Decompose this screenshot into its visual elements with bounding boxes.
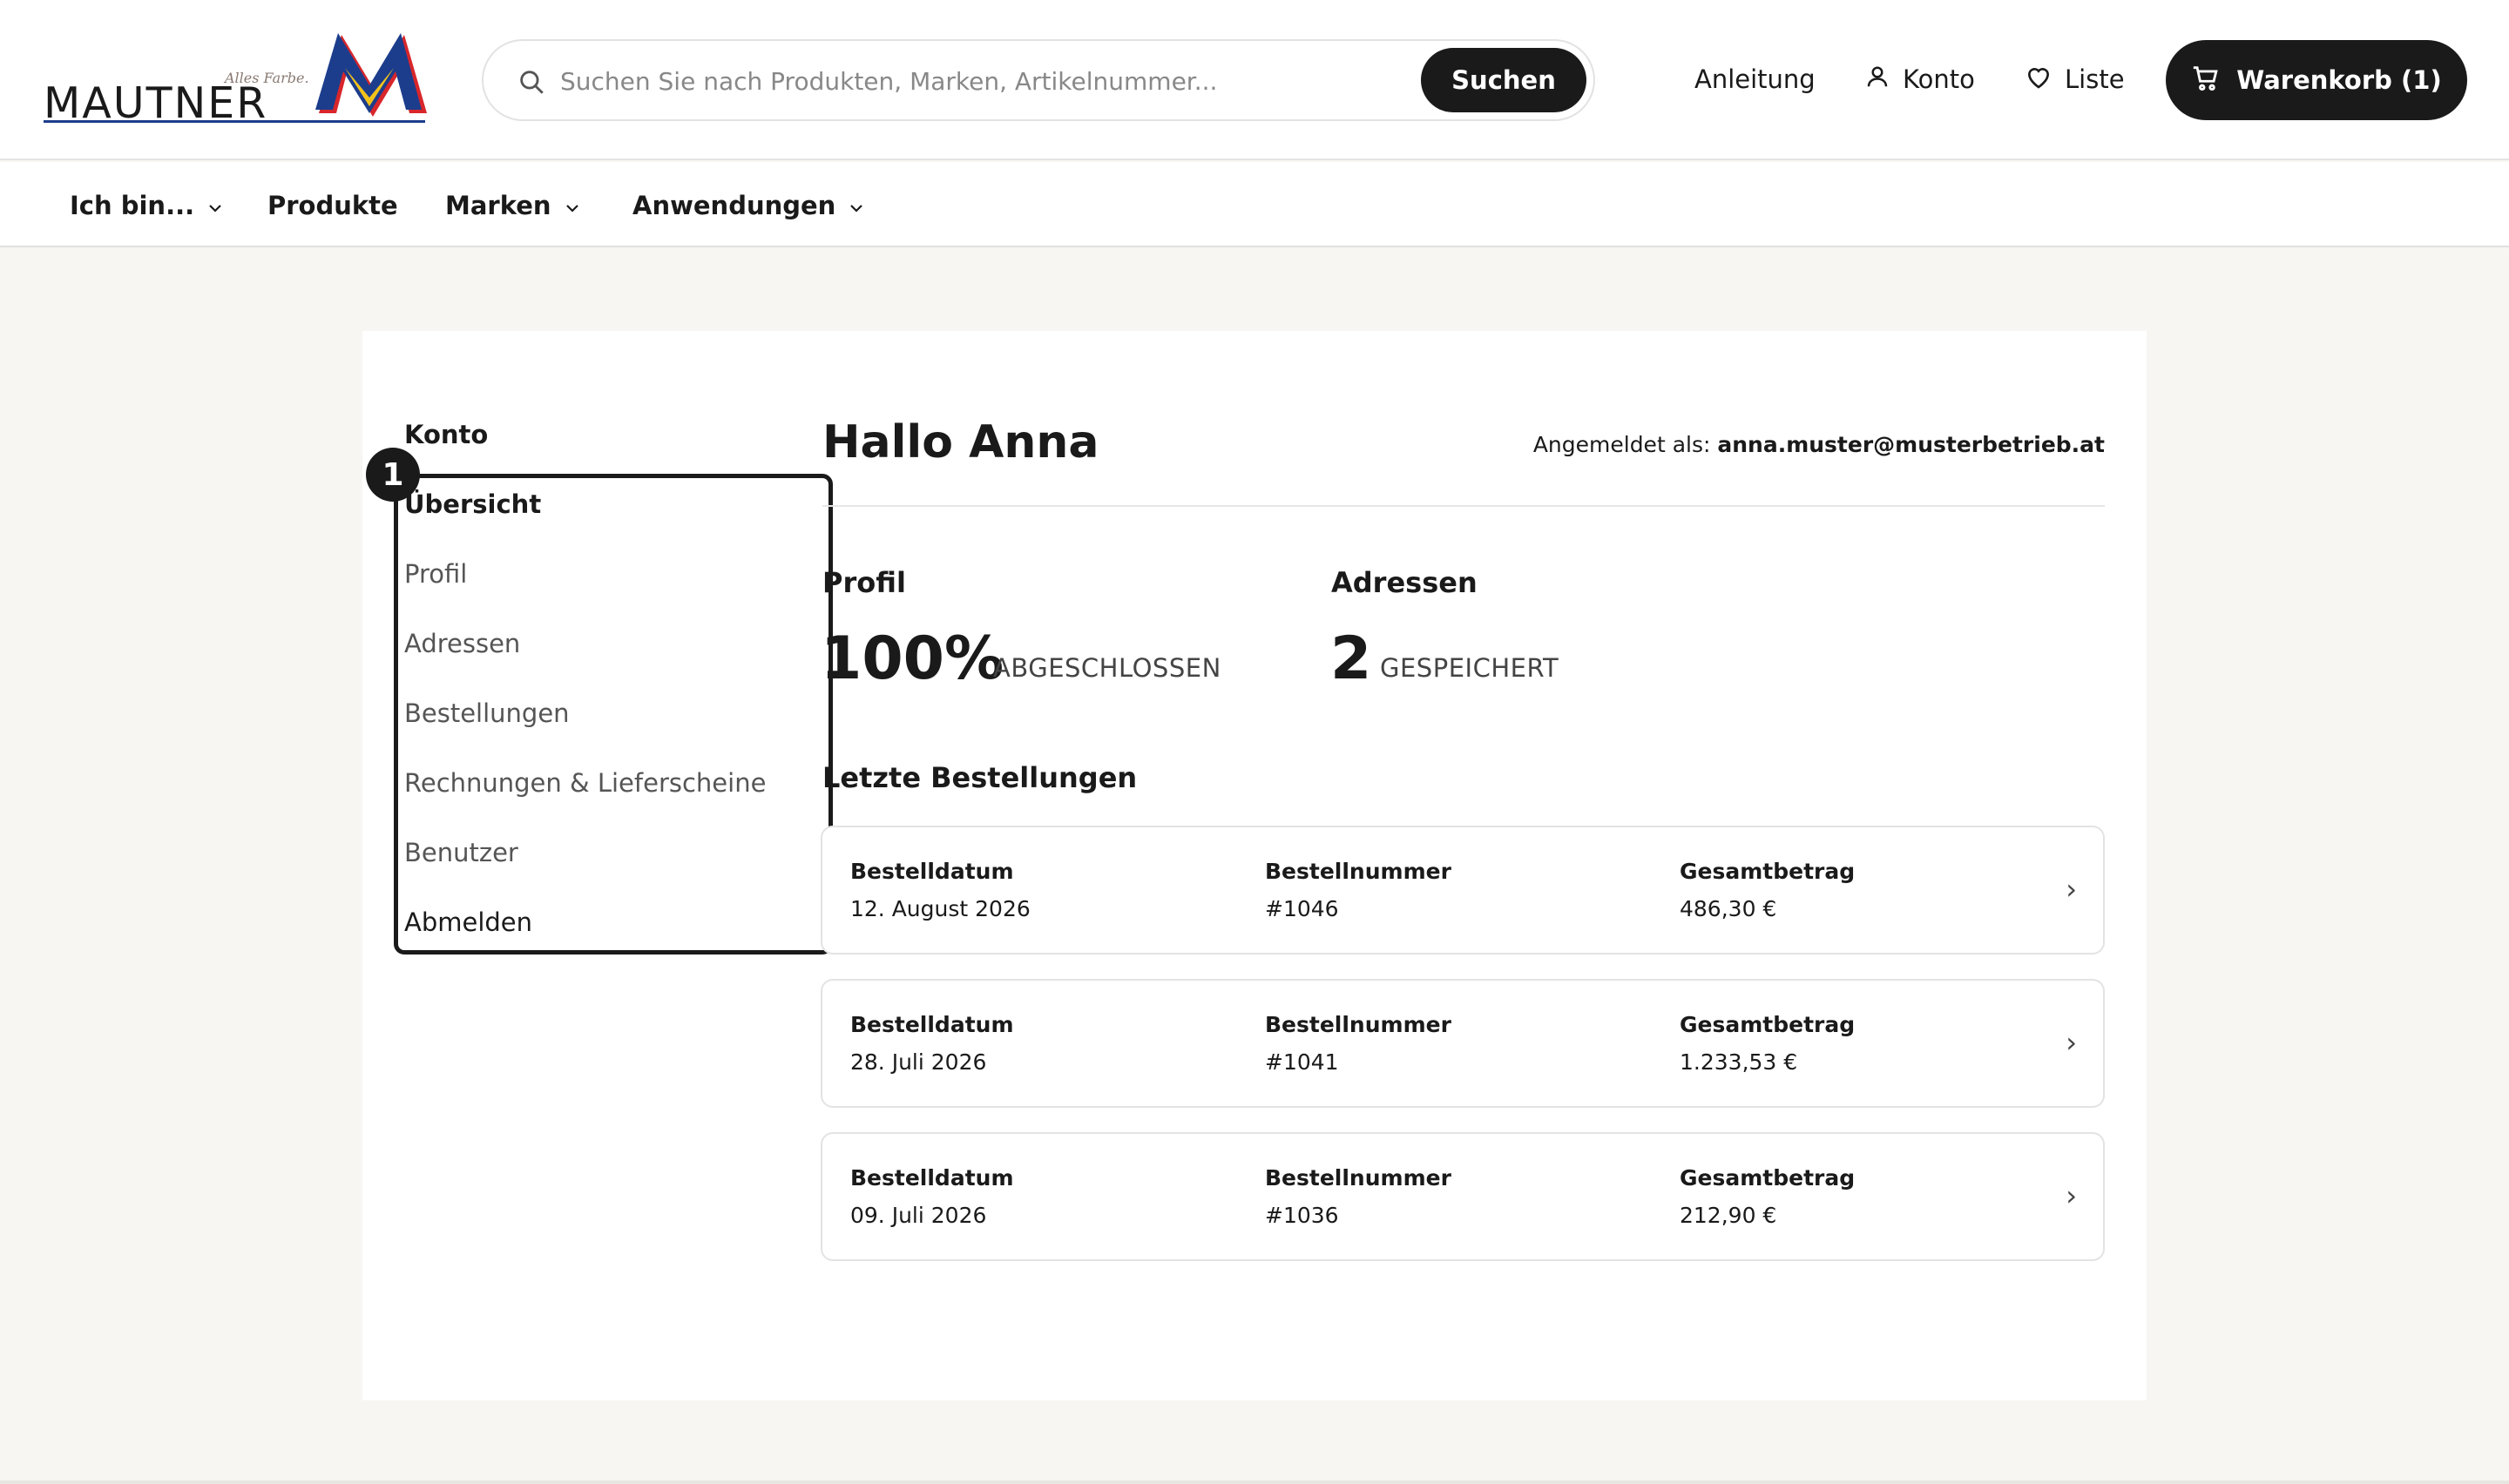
sidebar-item-uebersicht[interactable]: Übersicht	[404, 489, 541, 519]
addresses-stat-label: Adressen	[1331, 566, 1478, 599]
nav-item-label: Anwendungen	[632, 191, 836, 220]
search-button[interactable]: Suchen	[1421, 48, 1586, 112]
chevron-right-icon: ›	[2066, 873, 2077, 906]
order-total: 1.233,53 €	[1680, 1049, 1798, 1075]
logo-underline	[44, 120, 425, 123]
order-date-label: Bestelldatum	[850, 1165, 1014, 1191]
search-input[interactable]	[560, 60, 1397, 102]
order-date-label: Bestelldatum	[850, 859, 1014, 884]
order-total-label: Gesamtbetrag	[1680, 1165, 1856, 1191]
annotation-marker: 1	[366, 448, 420, 502]
order-row[interactable]: Bestelldatum 12. August 2026 Bestellnumme…	[821, 826, 2105, 954]
order-number-label: Bestellnummer	[1265, 1165, 1451, 1191]
account-link[interactable]: Konto	[1864, 61, 1975, 98]
sidebar-item-adressen[interactable]: Adressen	[404, 629, 520, 658]
order-total: 486,30 €	[1680, 896, 1777, 921]
main-navigation: Ich bin... Produkte Marken Anwendungen	[0, 162, 2509, 247]
order-date: 12. August 2026	[850, 896, 1031, 921]
sidebar-item-bestellungen[interactable]: Bestellungen	[404, 698, 570, 728]
logo-mark-icon	[315, 33, 427, 117]
order-total-label: Gesamtbetrag	[1680, 1012, 1856, 1037]
nav-item-ich-bin[interactable]: Ich bin...	[70, 188, 224, 223]
sidebar-item-benutzer[interactable]: Benutzer	[404, 838, 518, 867]
addresses-stat-unit: GESPEICHERT	[1380, 653, 1559, 683]
nav-item-label: Produkte	[267, 191, 398, 220]
wishlist-link-label: Liste	[2065, 64, 2125, 94]
profile-stat-value: 100%	[821, 624, 1004, 693]
heart-icon	[2025, 64, 2053, 96]
nav-item-label: Marken	[445, 191, 551, 220]
sidebar-item-profil[interactable]: Profil	[404, 559, 467, 589]
order-number-label: Bestellnummer	[1265, 859, 1451, 884]
order-number: #1046	[1265, 896, 1339, 921]
login-prefix: Angemeldet als:	[1532, 432, 1711, 457]
order-row[interactable]: Bestelldatum 09. Juli 2026 Bestellnummer #…	[821, 1132, 2105, 1261]
wishlist-link[interactable]: Liste	[2025, 61, 2125, 98]
order-date: 28. Juli 2026	[850, 1049, 987, 1075]
login-email: anna.muster@musterbetrieb.at	[1717, 432, 2105, 457]
search-icon	[517, 67, 546, 100]
nav-item-marken[interactable]: Marken	[445, 188, 581, 223]
order-date: 09. Juli 2026	[850, 1203, 987, 1228]
nav-item-produkte[interactable]: Produkte	[267, 188, 398, 223]
profile-stat-label: Profil	[822, 566, 906, 599]
guide-link[interactable]: Anleitung	[1694, 61, 1816, 98]
footer-divider	[0, 1481, 2509, 1484]
nav-item-label: Ich bin...	[70, 191, 195, 220]
page-title: Hallo Anna	[822, 416, 1099, 469]
order-date-label: Bestelldatum	[850, 1012, 1014, 1037]
account-link-label: Konto	[1903, 64, 1975, 94]
order-row[interactable]: Bestelldatum 28. Juli 2026 Bestellnummer #…	[821, 979, 2105, 1108]
sidebar-item-rechnungen[interactable]: Rechnungen & Lieferscheine	[404, 768, 766, 798]
order-number: #1041	[1265, 1049, 1339, 1075]
chevron-down-icon	[206, 191, 224, 220]
recent-orders-title: Letzte Bestellungen	[822, 761, 1138, 794]
sidebar-title: Konto	[404, 420, 489, 449]
order-number: #1036	[1265, 1203, 1339, 1228]
cart-button[interactable]: Warenkorb (1)	[2166, 40, 2467, 120]
search-bar: Suchen	[482, 39, 1595, 121]
site-header: Alles Farbe. MAUTNER Suchen Anleitung Ko…	[0, 0, 2509, 160]
chevron-down-icon	[848, 191, 865, 220]
cart-icon	[2191, 64, 2221, 98]
chevron-down-icon	[564, 191, 581, 220]
user-icon	[1864, 63, 1890, 97]
login-info: Angemeldet als: anna.muster@musterbetrie…	[1533, 432, 2105, 457]
order-total-label: Gesamtbetrag	[1680, 859, 1856, 884]
guide-link-label: Anleitung	[1694, 64, 1816, 94]
addresses-stat-value: 2	[1330, 624, 1372, 693]
divider	[822, 505, 2105, 507]
order-number-label: Bestellnummer	[1265, 1012, 1451, 1037]
profile-stat-unit: ABGESCHLOSSEN	[993, 653, 1221, 683]
sidebar-item-abmelden[interactable]: Abmelden	[404, 907, 532, 937]
chevron-right-icon: ›	[2066, 1026, 2077, 1059]
nav-item-anwendungen[interactable]: Anwendungen	[632, 188, 865, 223]
order-total: 212,90 €	[1680, 1203, 1777, 1228]
cart-button-label: Warenkorb (1)	[2236, 65, 2442, 95]
chevron-right-icon: ›	[2066, 1179, 2077, 1212]
mautner-logo[interactable]: Alles Farbe. MAUTNER	[44, 33, 427, 129]
